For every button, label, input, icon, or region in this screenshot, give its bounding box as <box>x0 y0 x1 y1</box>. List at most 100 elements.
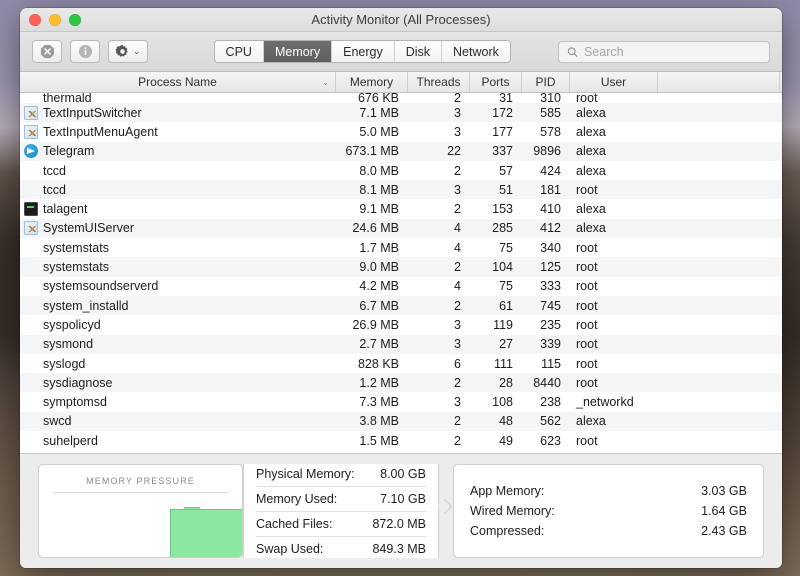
table-row[interactable]: SystemUIServer24.6 MB4285412alexa <box>20 219 782 238</box>
table-row[interactable]: syslogd828 KB6111115root <box>20 354 782 373</box>
process-name-cell: suhelperd <box>20 431 336 450</box>
process-name-cell: syslogd <box>20 354 336 373</box>
table-row[interactable]: tccd8.0 MB257424alexa <box>20 161 782 180</box>
process-name-cell: Telegram <box>20 142 336 161</box>
process-threads-cell: 2 <box>408 257 470 276</box>
process-memory-cell: 8.1 MB <box>336 180 408 199</box>
process-pid-cell: 745 <box>522 296 570 315</box>
column-header-spacer[interactable] <box>658 72 780 92</box>
table-row[interactable]: tccd8.1 MB351181root <box>20 180 782 199</box>
process-ports-cell: 119 <box>470 315 522 334</box>
table-row[interactable]: TextInputSwitcher7.1 MB3172585alexa <box>20 103 782 122</box>
process-name-label: sysmond <box>43 337 93 351</box>
activity-monitor-window: Activity Monitor (All Processes) ⌄ CP <box>20 8 782 568</box>
memory-stat-value: 8.00 GB <box>380 467 426 481</box>
table-row[interactable]: thermald676 KB231310root <box>20 93 782 103</box>
memory-stat-label: Compressed: <box>470 524 544 538</box>
process-memory-cell: 1.2 MB <box>336 373 408 392</box>
process-user-cell: root <box>570 296 658 315</box>
table-row[interactable]: swcd3.8 MB248562alexa <box>20 412 782 431</box>
process-pid-cell: 9896 <box>522 142 570 161</box>
tab-energy[interactable]: Energy <box>331 41 394 62</box>
column-header-pid[interactable]: PID <box>522 72 570 92</box>
sort-indicator-icon: ⌄ <box>322 78 329 87</box>
inspect-process-button[interactable] <box>70 40 100 63</box>
memory-stat-row: Swap Used:849.3 MB <box>256 537 426 561</box>
window-titlebar[interactable]: Activity Monitor (All Processes) <box>20 8 782 32</box>
column-header-label: Threads <box>416 75 460 89</box>
memory-pressure-divider <box>53 492 228 493</box>
process-name-cell: sysmond <box>20 335 336 354</box>
process-list[interactable]: thermald676 KB231310rootTextInputSwitche… <box>20 93 782 454</box>
process-threads-cell: 4 <box>408 219 470 238</box>
table-row[interactable]: systemstats1.7 MB475340root <box>20 238 782 257</box>
column-header-ports[interactable]: Ports <box>470 72 522 92</box>
process-pid-cell: 310 <box>522 93 570 103</box>
process-ports-cell: 111 <box>470 354 522 373</box>
process-threads-cell: 3 <box>408 180 470 199</box>
tab-cpu[interactable]: CPU <box>215 41 263 62</box>
table-row[interactable]: sysdiagnose1.2 MB2288440root <box>20 373 782 392</box>
table-row[interactable]: Telegram673.1 MB223379896alexa <box>20 142 782 161</box>
process-user-cell: root <box>570 277 658 296</box>
table-row[interactable]: systemsoundserverd4.2 MB475333root <box>20 277 782 296</box>
table-row[interactable]: systemstats9.0 MB2104125root <box>20 257 782 276</box>
column-header-process-name[interactable]: Process Name⌄ <box>20 72 336 92</box>
process-user-cell: root <box>570 93 658 103</box>
table-row[interactable]: system_installd6.7 MB261745root <box>20 296 782 315</box>
table-row[interactable]: talagent9.1 MB2153410alexa <box>20 199 782 218</box>
view-options-button[interactable]: ⌄ <box>108 40 148 63</box>
search-input[interactable] <box>584 45 761 59</box>
app-doc-icon <box>24 125 38 139</box>
process-name-label: Telegram <box>43 144 94 158</box>
process-memory-cell: 673.1 MB <box>336 142 408 161</box>
process-name-cell: talagent <box>20 199 336 218</box>
table-row[interactable]: sysmond2.7 MB327339root <box>20 335 782 354</box>
tab-network[interactable]: Network <box>441 41 510 62</box>
search-field[interactable] <box>558 41 770 63</box>
memory-stat-label: Physical Memory: <box>256 467 355 481</box>
memory-stat-label: App Memory: <box>470 484 544 498</box>
process-name-cell: tccd <box>20 180 336 199</box>
column-header-memory[interactable]: Memory <box>336 72 408 92</box>
memory-stat-row: App Memory:3.03 GB <box>470 481 747 501</box>
stop-process-button[interactable] <box>32 40 62 63</box>
column-header-user[interactable]: User <box>570 72 658 92</box>
process-name-label: syslogd <box>43 357 85 371</box>
process-name-cell: TextInputSwitcher <box>20 103 336 122</box>
process-name-label: thermald <box>43 93 92 103</box>
memory-summary-bar: MEMORY PRESSURE Physical Memory:8.00 GBM… <box>20 454 782 568</box>
process-user-cell: alexa <box>570 161 658 180</box>
process-name-label: talagent <box>43 202 87 216</box>
memory-stat-value: 1.64 GB <box>701 504 747 518</box>
table-row[interactable]: symptomsd7.3 MB3108238_networkd <box>20 392 782 411</box>
memory-stat-row: Wired Memory:1.64 GB <box>470 501 747 521</box>
table-row[interactable]: TextInputMenuAgent5.0 MB3177578alexa <box>20 122 782 141</box>
process-memory-cell: 8.0 MB <box>336 161 408 180</box>
memory-stat-value: 872.0 MB <box>372 517 426 531</box>
process-name-cell: thermald <box>20 93 336 103</box>
process-user-cell: root <box>570 180 658 199</box>
process-pid-cell: 562 <box>522 412 570 431</box>
tab-disk[interactable]: Disk <box>394 41 441 62</box>
memory-stat-row: Compressed:2.43 GB <box>470 521 747 541</box>
process-user-cell: alexa <box>570 219 658 238</box>
process-threads-cell: 3 <box>408 315 470 334</box>
process-pid-cell: 339 <box>522 335 570 354</box>
column-header-label: Ports <box>481 75 509 89</box>
process-memory-cell: 9.0 MB <box>336 257 408 276</box>
table-row[interactable]: syspolicyd26.9 MB3119235root <box>20 315 782 334</box>
process-memory-cell: 5.0 MB <box>336 122 408 141</box>
column-header-threads[interactable]: Threads <box>408 72 470 92</box>
app-doc-icon <box>24 221 38 235</box>
table-row[interactable]: suhelperd1.5 MB249623root <box>20 431 782 450</box>
process-memory-cell: 9.1 MB <box>336 199 408 218</box>
memory-stats-left: Physical Memory:8.00 GBMemory Used:7.10 … <box>243 464 439 558</box>
memory-stats-right: App Memory:3.03 GBWired Memory:1.64 GBCo… <box>453 464 764 558</box>
memory-stat-label: Memory Used: <box>256 492 337 506</box>
process-memory-cell: 828 KB <box>336 354 408 373</box>
process-name-cell: SystemUIServer <box>20 219 336 238</box>
process-name-cell: sysdiagnose <box>20 373 336 392</box>
process-threads-cell: 22 <box>408 142 470 161</box>
tab-memory[interactable]: Memory <box>263 41 331 62</box>
